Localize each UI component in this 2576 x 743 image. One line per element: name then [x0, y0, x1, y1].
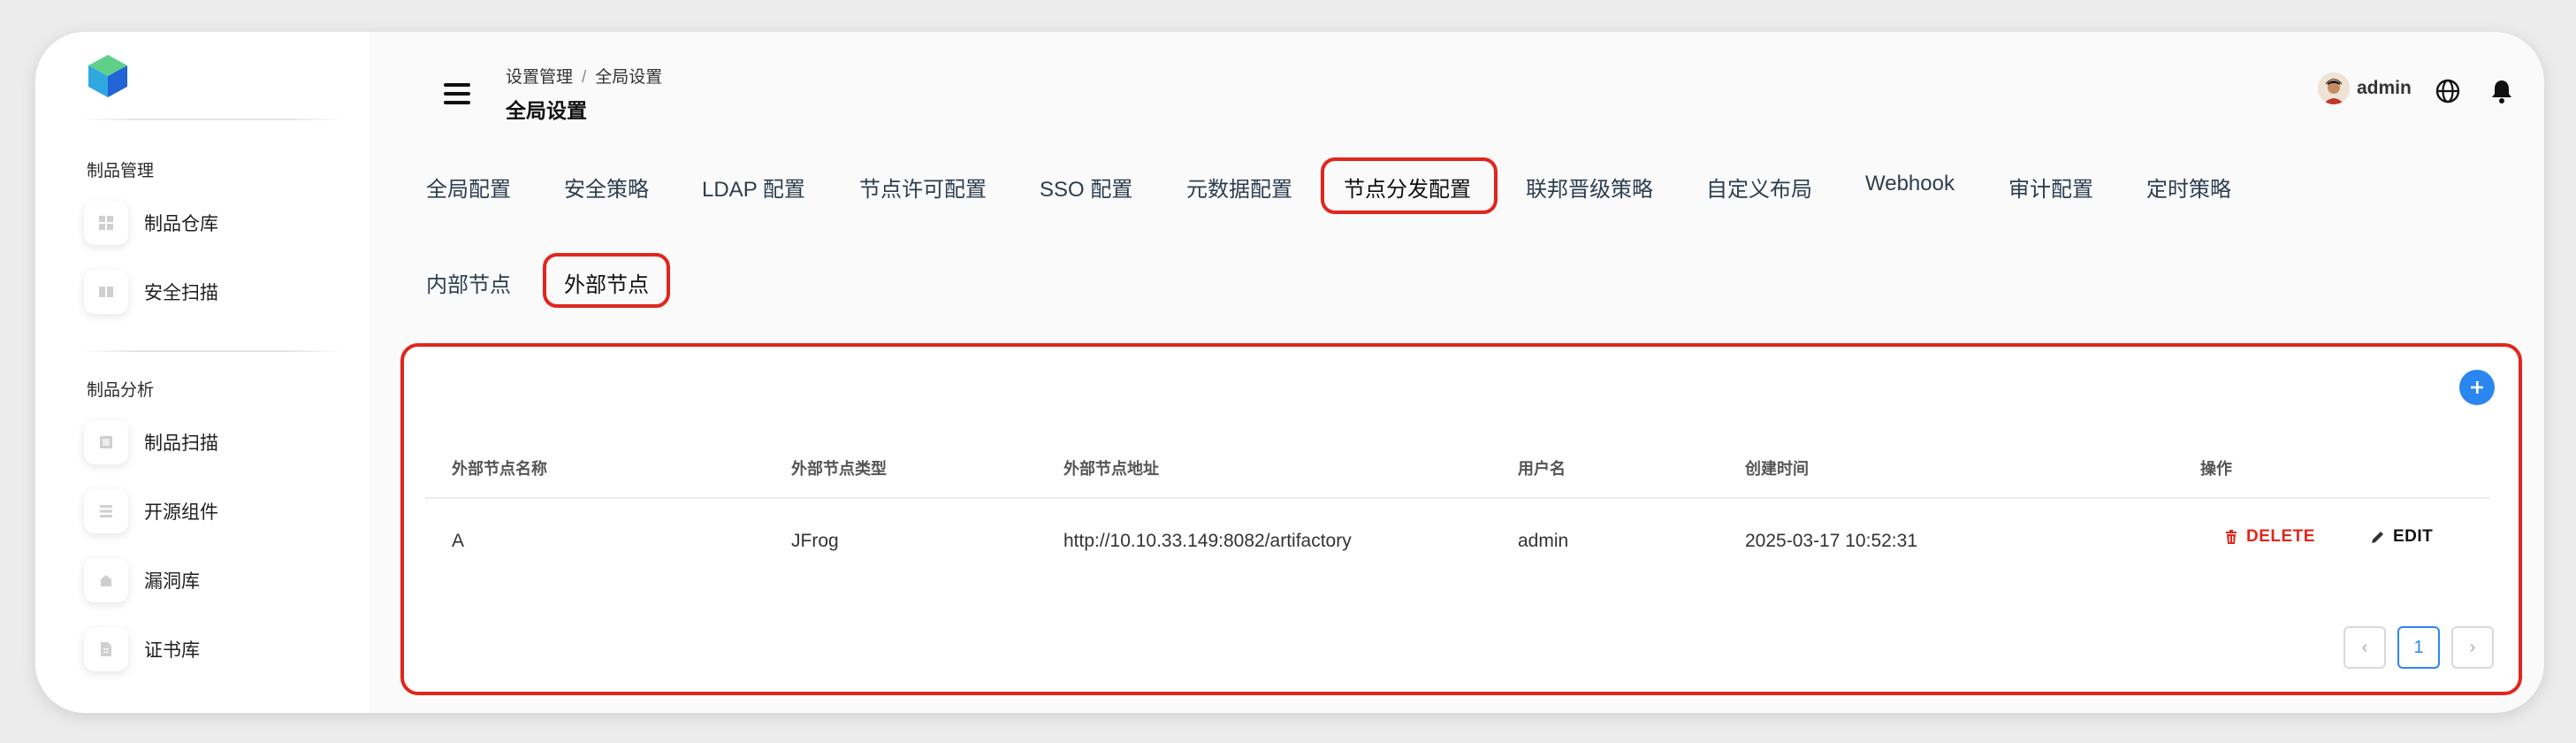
pencil-icon — [2372, 532, 2383, 543]
tab-node-distribution-config[interactable]: 节点分发配置 — [1344, 172, 1471, 203]
cube-logo[interactable] — [87, 53, 129, 99]
file-icon — [84, 627, 128, 671]
tab-audit-config[interactable]: 审计配置 — [2008, 172, 2093, 203]
list-icon — [84, 489, 128, 533]
table-divider — [425, 497, 2489, 499]
tab-federation-promotion-policy[interactable]: 联邦晋级策略 — [1526, 172, 1653, 203]
tab-global-config[interactable]: 全局配置 — [426, 172, 511, 203]
tab-ldap-config[interactable]: LDAP 配置 — [702, 172, 805, 203]
sidebar-item-label: 证书库 — [144, 640, 200, 661]
sidebar-item-artifact-scan[interactable]: 制品扫描 — [84, 416, 349, 469]
plus-icon — [2471, 381, 2483, 394]
sidebar-item-license-db[interactable]: 证书库 — [84, 623, 349, 676]
sidebar-item-security-scan[interactable]: 安全扫描 — [84, 265, 349, 318]
column-header: 操作 — [2200, 460, 2232, 478]
sidebar: 制品管理 制品仓库 安全扫描 制品分析 制品扫描 开源组件 漏洞库 证书库 — [35, 32, 370, 713]
pagination-page[interactable]: 1 — [2397, 626, 2440, 669]
breadcrumb-separator: / — [582, 68, 587, 87]
subtab-internal-nodes[interactable]: 内部节点 — [426, 267, 511, 298]
sidebar-item-label: 开源组件 — [144, 502, 218, 523]
column-header: 外部节点地址 — [1063, 460, 1159, 478]
pagination-prev[interactable]: ‹ — [2344, 626, 2386, 669]
subtab-external-nodes[interactable]: 外部节点 — [564, 267, 649, 298]
page-title: 全局设置 — [506, 99, 587, 122]
grid-icon — [84, 201, 128, 245]
pagination-next[interactable]: › — [2451, 626, 2494, 669]
column-header: 创建时间 — [1745, 460, 1809, 478]
column-header: 外部节点名称 — [452, 460, 547, 478]
sidebar-group-label: 制品分析 — [87, 381, 155, 400]
edit-button[interactable]: EDIT — [2370, 527, 2433, 547]
tab-metadata-config[interactable]: 元数据配置 — [1186, 172, 1292, 203]
tab-security-policy[interactable]: 安全策略 — [564, 172, 649, 203]
sidebar-item-label: 安全扫描 — [144, 283, 218, 303]
sidebar-divider — [80, 119, 345, 120]
sidebar-divider — [80, 350, 345, 352]
sidebar-item-artifact-repo[interactable]: 制品仓库 — [84, 196, 349, 249]
tab-scheduled-policy[interactable]: 定时策略 — [2146, 172, 2231, 203]
edit-label: EDIT — [2393, 527, 2434, 546]
book-icon — [84, 270, 128, 314]
scan-icon — [84, 420, 128, 464]
sidebar-item-label: 漏洞库 — [144, 571, 200, 592]
username: admin — [2357, 78, 2412, 98]
cell-node-name: A — [452, 531, 465, 551]
avatar — [2318, 73, 2350, 104]
bug-icon — [84, 558, 128, 602]
tab-sso-config[interactable]: SSO 配置 — [1040, 172, 1132, 203]
add-node-button[interactable] — [2459, 370, 2495, 405]
column-header: 用户名 — [1518, 460, 1566, 478]
column-header: 外部节点类型 — [791, 460, 887, 478]
sidebar-group-label: 制品管理 — [87, 162, 155, 180]
bell-icon[interactable] — [2489, 78, 2514, 104]
app-window: 制品管理 制品仓库 安全扫描 制品分析 制品扫描 开源组件 漏洞库 证书库 设置… — [35, 32, 2544, 713]
menu-toggle-icon[interactable] — [444, 83, 470, 108]
user-menu[interactable]: admin — [2318, 73, 2412, 104]
breadcrumb: 设置管理 / 全局设置 — [506, 64, 662, 88]
tab-custom-layout[interactable]: 自定义布局 — [1706, 172, 1812, 203]
cell-node-address: http://10.10.33.149:8082/artifactory — [1063, 531, 1352, 551]
delete-label: DELETE — [2246, 527, 2315, 546]
external-nodes-card: 外部节点名称 外部节点类型 外部节点地址 用户名 创建时间 操作 A JFrog… — [400, 343, 2522, 695]
sidebar-item-open-source[interactable]: 开源组件 — [84, 485, 349, 538]
breadcrumb-item: 全局设置 — [595, 68, 663, 87]
globe-icon[interactable] — [2435, 78, 2461, 104]
trash-icon — [2226, 530, 2237, 544]
sidebar-item-label: 制品仓库 — [144, 214, 218, 234]
cell-username: admin — [1518, 531, 1569, 551]
delete-button[interactable]: DELETE — [2223, 527, 2315, 547]
cell-node-type: JFrog — [791, 531, 839, 551]
cell-created-time: 2025-03-17 10:52:31 — [1745, 531, 1917, 551]
tab-webhook[interactable]: Webhook — [1865, 172, 1955, 196]
tab-node-license-config[interactable]: 节点许可配置 — [859, 172, 987, 203]
breadcrumb-item[interactable]: 设置管理 — [506, 68, 573, 87]
sidebar-item-label: 制品扫描 — [144, 433, 218, 454]
sidebar-item-vulnerability-db[interactable]: 漏洞库 — [84, 554, 349, 607]
